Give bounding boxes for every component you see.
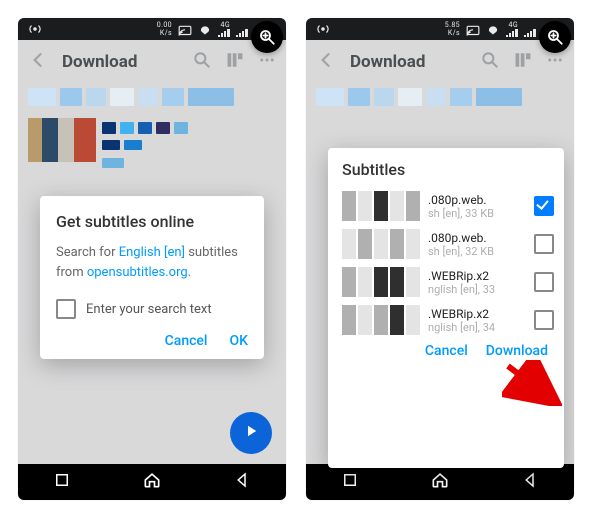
signal-icon: 4G — [506, 21, 518, 37]
subtitle-meta: sh [en], 32 KB — [428, 245, 526, 258]
status-bar: 5.85 K/s 4G 81 — [306, 18, 574, 40]
search-placeholder: Enter your search text — [86, 302, 212, 317]
android-navbar — [18, 464, 286, 500]
blurred-content — [102, 122, 276, 174]
source-link[interactable]: opensubtitles.org — [87, 265, 188, 280]
signal-icon — [524, 29, 536, 37]
play-icon — [242, 422, 260, 444]
android-navbar — [306, 464, 574, 500]
cast-icon — [178, 25, 192, 37]
dialog-description: Search for English [en] subtitles from o… — [56, 243, 248, 283]
annotation-arrow-icon — [502, 360, 562, 406]
signal-icon — [236, 29, 248, 37]
subtitle-row[interactable]: .WEBRip.x2 nglish [en], 33 — [342, 267, 554, 297]
subtitle-row[interactable]: .080p.web. sh [en], 32 KB — [342, 229, 554, 259]
page-title: Download — [350, 52, 466, 72]
view-grid-icon[interactable] — [514, 51, 532, 73]
dialog-title: Get subtitles online — [56, 212, 248, 231]
data-rate: 0.00 K/s — [157, 21, 172, 37]
status-bar: 0.00 K/s 4G — [18, 18, 286, 40]
subtitle-thumb — [342, 267, 420, 297]
subtitle-thumb — [342, 191, 420, 221]
screenshot-left: 0.00 K/s 4G — [18, 18, 286, 500]
blurred-content — [28, 88, 276, 112]
nav-home-icon[interactable] — [430, 470, 450, 494]
nav-back-icon[interactable] — [233, 471, 251, 493]
video-thumbnail — [28, 118, 96, 162]
more-icon[interactable] — [258, 51, 276, 73]
subtitle-checkbox[interactable] — [534, 272, 554, 292]
broadcast-icon — [316, 22, 330, 36]
subtitle-checkbox[interactable] — [534, 310, 554, 330]
data-rate: 5.85 K/s — [445, 21, 460, 37]
dialog-actions: Cancel OK — [56, 333, 248, 349]
subtitle-meta: nglish [en], 34 — [428, 321, 526, 334]
subtitle-checkbox[interactable] — [534, 196, 554, 216]
cancel-button[interactable]: Cancel — [165, 333, 208, 349]
dialog-actions: Cancel Download — [342, 343, 554, 359]
subtitle-checkbox[interactable] — [534, 234, 554, 254]
subtitle-meta: nglish [en], 33 — [428, 283, 526, 296]
search-icon[interactable] — [192, 50, 212, 74]
more-icon[interactable] — [546, 51, 564, 73]
nav-back-icon[interactable] — [521, 471, 539, 493]
subtitles-dialog: Subtitles .080p.web. sh [en], 33 KB .080… — [328, 148, 564, 468]
subtitle-meta: sh [en], 33 KB — [428, 207, 526, 220]
nav-home-icon[interactable] — [142, 470, 162, 494]
search-icon[interactable] — [480, 50, 500, 74]
screenshot-right: 5.85 K/s 4G 81 — [306, 18, 574, 500]
signal-icon: 4G — [218, 21, 230, 37]
comparison-stage: 0.00 K/s 4G — [0, 0, 600, 522]
blurred-content — [316, 88, 564, 112]
broadcast-icon — [28, 22, 42, 36]
app-toolbar: Download — [306, 40, 574, 84]
subtitle-name: .080p.web. — [428, 193, 526, 207]
cast-icon — [466, 25, 480, 37]
subtitle-row[interactable]: .080p.web. sh [en], 33 KB — [342, 191, 554, 221]
app-toolbar: Download — [18, 40, 286, 84]
play-fab[interactable] — [230, 412, 272, 454]
subtitle-row[interactable]: .WEBRip.x2 nglish [en], 34 — [342, 305, 554, 335]
download-button[interactable]: Download — [486, 343, 548, 359]
language-link[interactable]: English [en] — [119, 245, 185, 260]
search-input[interactable]: Enter your search text — [56, 299, 248, 319]
dialog-title: Subtitles — [342, 160, 554, 179]
subtitle-name: .WEBRip.x2 — [428, 269, 526, 283]
subtitle-thumb — [342, 229, 420, 259]
back-icon[interactable] — [316, 50, 336, 74]
nav-recent-icon[interactable] — [341, 471, 359, 493]
view-grid-icon[interactable] — [226, 51, 244, 73]
page-title: Download — [62, 52, 178, 72]
subtitle-thumb — [342, 305, 420, 335]
back-icon[interactable] — [28, 50, 48, 74]
cancel-button[interactable]: Cancel — [425, 343, 468, 359]
zoom-overlay-icon[interactable] — [251, 21, 283, 53]
zoom-overlay-icon[interactable] — [539, 21, 571, 53]
subtitle-name: .WEBRip.x2 — [428, 307, 526, 321]
search-checkbox-icon[interactable] — [56, 299, 76, 319]
nav-recent-icon[interactable] — [53, 471, 71, 493]
get-subtitles-dialog: Get subtitles online Search for English … — [40, 196, 264, 359]
ok-button[interactable]: OK — [230, 333, 249, 349]
volte-icon — [486, 25, 500, 37]
subtitle-name: .080p.web. — [428, 231, 526, 245]
volte-icon — [198, 25, 212, 37]
